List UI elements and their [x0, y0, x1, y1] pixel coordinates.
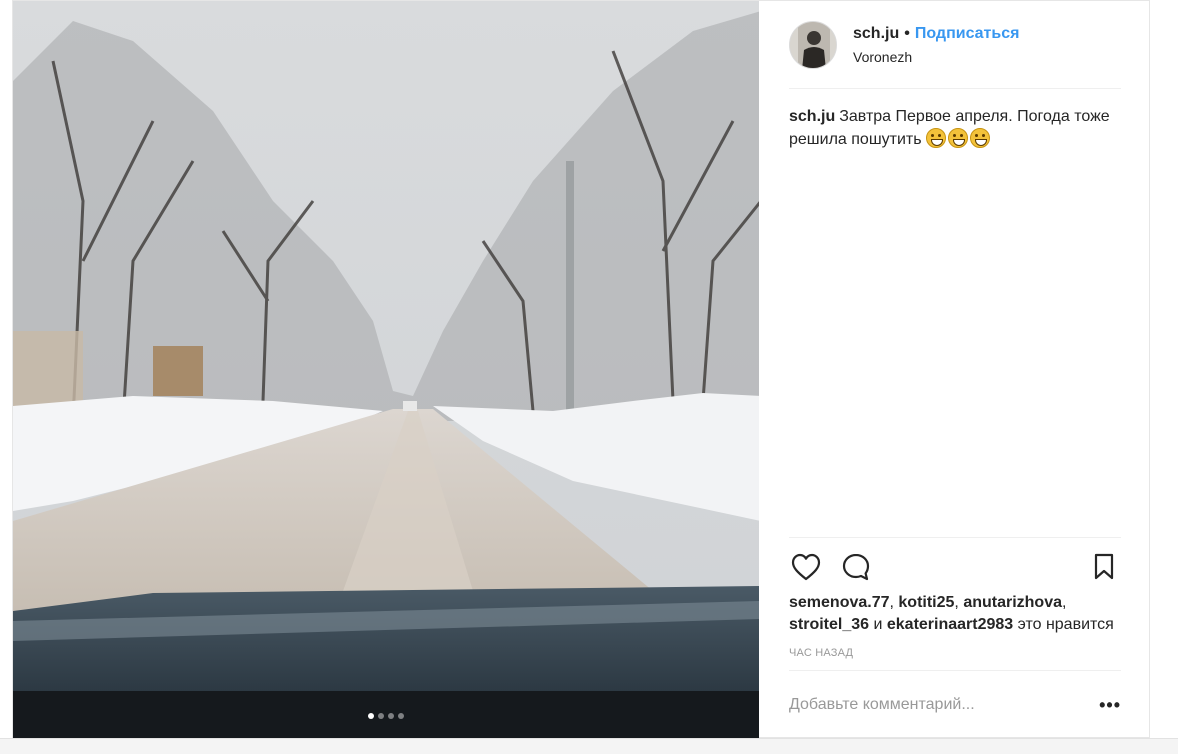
post-timestamp[interactable]: час назад	[789, 647, 853, 659]
liker-link[interactable]: stroitel_36	[789, 616, 869, 633]
likes-separator: ,	[1062, 594, 1067, 611]
likes-suffix: это нравится	[1013, 616, 1114, 633]
carousel-dot[interactable]	[398, 713, 404, 719]
carousel-dot[interactable]	[388, 713, 394, 719]
caption-username[interactable]: sch.ju	[789, 108, 835, 125]
likes-summary: semenova.77, kotiti25, anutarizhova, stro…	[789, 592, 1129, 636]
username-row: sch.ju • Подписаться	[853, 24, 1019, 44]
add-comment-section: •••	[789, 670, 1121, 739]
likes-conjunction: и	[869, 616, 887, 633]
comment-bubble-icon	[842, 553, 870, 580]
action-bar	[789, 537, 1121, 595]
username-link[interactable]: sch.ju	[853, 24, 899, 44]
comment-input[interactable]	[789, 696, 1100, 714]
post-sidebar: sch.ju • Подписаться Voronezh sch.ju Завт…	[759, 1, 1149, 739]
post-caption: sch.ju Завтра Первое апреля. Погода тоже …	[789, 89, 1129, 151]
post-header-text: sch.ju • Подписаться Voronezh	[853, 24, 1019, 65]
liker-link[interactable]: ekaterinaart2983	[887, 616, 1013, 633]
carousel-dot[interactable]	[368, 713, 374, 719]
comment-button[interactable]	[839, 550, 873, 584]
bookmark-icon	[1094, 553, 1114, 579]
winter-road-photo	[13, 1, 759, 739]
liker-link[interactable]: semenova.77	[789, 594, 890, 611]
more-options-button[interactable]: •••	[1099, 695, 1121, 716]
grinning-face-emoji-icon	[925, 128, 946, 148]
grinning-face-emoji-icon	[969, 128, 990, 148]
likes-separator: ,	[954, 594, 964, 611]
liker-link[interactable]: anutarizhova	[963, 594, 1062, 611]
separator-dot: •	[904, 25, 910, 42]
save-button[interactable]	[1087, 550, 1121, 584]
page-bottom-strip	[0, 738, 1178, 754]
grinning-face-emoji-icon	[947, 128, 968, 148]
post-photo[interactable]	[13, 1, 759, 739]
carousel-dot[interactable]	[378, 713, 384, 719]
caption-emoji-group	[925, 128, 990, 148]
location-link[interactable]: Voronezh	[853, 49, 1019, 65]
like-button[interactable]	[789, 550, 823, 584]
follow-button[interactable]: Подписаться	[915, 24, 1020, 44]
liker-link[interactable]: kotiti25	[898, 594, 954, 611]
user-avatar[interactable]	[789, 20, 837, 69]
heart-icon	[791, 553, 821, 580]
post-container: sch.ju • Подписаться Voronezh sch.ju Завт…	[12, 0, 1150, 739]
post-header: sch.ju • Подписаться Voronezh	[789, 1, 1121, 89]
carousel-indicator	[13, 713, 759, 719]
